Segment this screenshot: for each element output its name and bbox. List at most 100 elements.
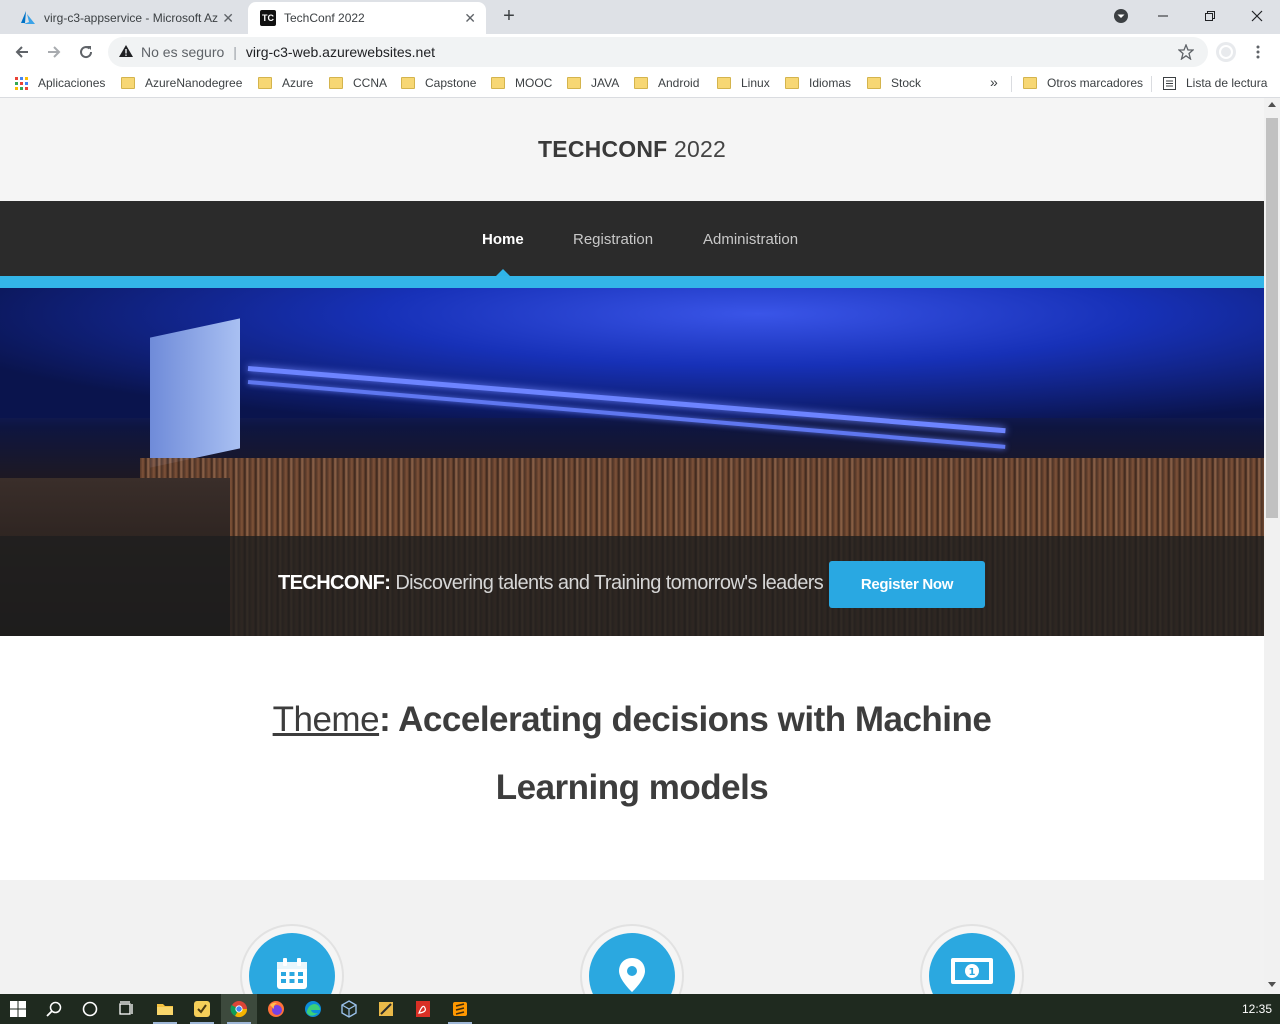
bookmark-folder[interactable]: Capstone bbox=[401, 76, 476, 90]
tagline-text: Discovering talents and Training tomorro… bbox=[390, 572, 824, 594]
features-section: 1 bbox=[0, 880, 1264, 994]
nav-registration[interactable]: Registration bbox=[573, 231, 653, 248]
pdf-icon bbox=[416, 1001, 430, 1017]
folder-icon bbox=[717, 77, 731, 89]
brand-name: TECHCONF bbox=[538, 136, 668, 162]
browser-tab-strip: virg-c3-appservice - Microsoft Az ✕ TC T… bbox=[0, 0, 1280, 34]
acrobat-taskbar[interactable] bbox=[405, 994, 441, 1024]
close-icon bbox=[1251, 10, 1263, 22]
edge-taskbar[interactable] bbox=[295, 994, 331, 1024]
task-view-button[interactable] bbox=[108, 994, 144, 1024]
bookmark-folder[interactable]: Azure bbox=[258, 76, 313, 90]
scroll-up-arrow-icon[interactable] bbox=[1268, 102, 1276, 107]
menu-button[interactable] bbox=[1244, 38, 1272, 66]
bookmark-folder[interactable]: MOOC bbox=[491, 76, 552, 90]
taskbar-clock[interactable]: 12:35 bbox=[1242, 1002, 1272, 1016]
bookmarks-divider bbox=[1011, 76, 1012, 92]
nav-home[interactable]: Home bbox=[482, 231, 524, 248]
app-taskbar[interactable] bbox=[184, 994, 220, 1024]
task-view-icon bbox=[119, 1001, 133, 1015]
azure-icon bbox=[20, 10, 36, 26]
start-button[interactable] bbox=[0, 994, 36, 1024]
bookmark-folder[interactable]: Linux bbox=[717, 76, 770, 90]
restore-button[interactable] bbox=[1187, 0, 1233, 32]
bookmark-label: Stock bbox=[891, 76, 922, 90]
scrollbar-thumb[interactable] bbox=[1266, 118, 1278, 518]
close-window-button[interactable] bbox=[1234, 0, 1280, 32]
back-button[interactable] bbox=[8, 38, 36, 66]
bookmark-folder[interactable]: Android bbox=[634, 76, 699, 90]
file-explorer-taskbar[interactable] bbox=[147, 994, 183, 1024]
windows-logo-icon bbox=[10, 1001, 26, 1017]
apps-label: Aplicaciones bbox=[38, 76, 106, 90]
taskbar: 12:35 bbox=[0, 994, 1280, 1024]
scroll-down-arrow-icon[interactable] bbox=[1268, 982, 1276, 987]
nav-administration[interactable]: Administration bbox=[703, 231, 798, 248]
bookmark-folder[interactable]: Stock bbox=[867, 76, 921, 90]
money-icon: 1 bbox=[951, 958, 993, 984]
bookmark-folder[interactable]: AzureNanodegree bbox=[121, 76, 242, 90]
minimize-button[interactable] bbox=[1140, 0, 1186, 32]
site-brand[interactable]: TECHCONF 2022 bbox=[538, 136, 726, 163]
back-arrow-icon bbox=[15, 46, 28, 58]
chrome-taskbar[interactable] bbox=[221, 994, 257, 1024]
warning-icon[interactable] bbox=[118, 44, 134, 61]
bookmark-folder[interactable]: Idiomas bbox=[785, 76, 851, 90]
bookmark-label: AzureNanodegree bbox=[145, 76, 243, 90]
profile-button[interactable] bbox=[1212, 38, 1240, 66]
feature-price: 1 bbox=[920, 924, 1024, 994]
address-divider: | bbox=[233, 44, 237, 60]
more-vertical-icon bbox=[1256, 45, 1260, 59]
new-tab-button[interactable]: + bbox=[497, 4, 521, 28]
minimize-icon bbox=[1158, 15, 1168, 17]
folder-icon bbox=[785, 77, 799, 89]
folder-icon bbox=[491, 77, 505, 89]
bookmark-label: CCNA bbox=[353, 76, 388, 90]
reading-list[interactable]: Lista de lectura bbox=[1163, 76, 1267, 90]
chrome-icon bbox=[230, 1001, 248, 1018]
reload-button[interactable] bbox=[72, 38, 100, 66]
calendar-icon bbox=[277, 958, 307, 989]
apps-shortcut[interactable]: Aplicaciones bbox=[15, 76, 105, 90]
other-bookmarks[interactable]: Otros marcadores bbox=[1023, 76, 1143, 90]
url-text[interactable]: virg-c3-web.azurewebsites.net bbox=[246, 44, 435, 60]
folder-icon bbox=[258, 77, 272, 89]
bookmark-star-button[interactable] bbox=[1172, 38, 1200, 66]
tab-search-button[interactable] bbox=[1098, 0, 1144, 32]
forward-button[interactable] bbox=[40, 38, 68, 66]
folder-icon bbox=[121, 77, 135, 89]
bookmark-folder[interactable]: CCNA bbox=[329, 76, 387, 90]
sublime-taskbar[interactable] bbox=[442, 994, 478, 1024]
cortana-button[interactable] bbox=[72, 994, 108, 1024]
page-viewport: TECHCONF 2022 Home Registration Administ… bbox=[0, 98, 1264, 994]
tool-taskbar[interactable] bbox=[368, 994, 404, 1024]
cube-icon bbox=[341, 1000, 357, 1018]
apps-grid-icon bbox=[15, 76, 28, 90]
star-icon bbox=[1178, 44, 1194, 60]
chevron-down-icon bbox=[1114, 9, 1128, 23]
bookmark-label: Android bbox=[658, 76, 700, 90]
svg-text:1: 1 bbox=[969, 967, 976, 978]
folder-icon bbox=[329, 77, 343, 89]
virtualbox-taskbar[interactable] bbox=[331, 994, 367, 1024]
register-now-button[interactable]: Register Now bbox=[829, 561, 985, 608]
bookmark-label: Idiomas bbox=[809, 76, 852, 90]
search-button[interactable] bbox=[36, 994, 72, 1024]
address-bar[interactable]: No es seguro | virg-c3-web.azurewebsites… bbox=[108, 37, 1208, 67]
close-tab-icon[interactable]: ✕ bbox=[464, 10, 476, 27]
security-status[interactable]: No es seguro bbox=[141, 44, 224, 60]
tab-azure[interactable]: virg-c3-appservice - Microsoft Az ✕ bbox=[8, 2, 244, 34]
firefox-taskbar[interactable] bbox=[258, 994, 294, 1024]
bookmark-folder[interactable]: JAVA bbox=[567, 76, 619, 90]
edge-icon bbox=[305, 1001, 321, 1017]
hero-image-screen bbox=[150, 318, 240, 468]
hero-tagline: TECHCONF: Discovering talents and Traini… bbox=[278, 572, 824, 595]
tab-techconf[interactable]: TC TechConf 2022 ✕ bbox=[248, 2, 486, 34]
page-scrollbar[interactable] bbox=[1264, 98, 1280, 994]
theme-heading: Theme: Accelerating decisions with Machi… bbox=[200, 686, 1064, 822]
folder-icon bbox=[567, 77, 581, 89]
bookmarks-overflow-button[interactable]: » bbox=[990, 74, 998, 90]
close-tab-icon[interactable]: ✕ bbox=[222, 10, 234, 27]
feature-date bbox=[240, 924, 344, 994]
site-nav: Home Registration Administration bbox=[0, 201, 1264, 277]
